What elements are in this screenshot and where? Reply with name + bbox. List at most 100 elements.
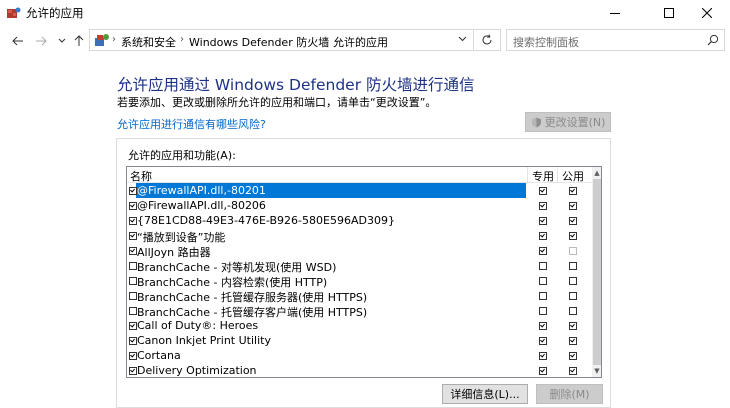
breadcrumb-system-security[interactable]: 系统和安全 xyxy=(121,34,176,50)
enabled-checkbox[interactable] xyxy=(129,187,137,195)
forward-arrow-icon xyxy=(36,36,47,46)
private-checkbox[interactable] xyxy=(539,232,547,240)
public-checkbox[interactable] xyxy=(569,202,577,210)
column-header-public[interactable]: 公用 xyxy=(562,168,584,184)
page-title: 允许应用通过 Windows Defender 防火墙进行通信 xyxy=(117,76,475,94)
details-button[interactable]: 详细信息(L)... xyxy=(442,384,528,404)
list-item[interactable]: Delivery Optimization xyxy=(127,363,592,377)
address-dropdown-button[interactable] xyxy=(458,34,467,47)
list-item[interactable]: BranchCache - 托管缓存客户端(使用 HTTPS) xyxy=(127,303,592,319)
breadcrumb-separator: › xyxy=(112,34,116,45)
private-checkbox[interactable] xyxy=(539,247,547,255)
enabled-checkbox[interactable] xyxy=(129,367,137,375)
minimize-icon xyxy=(610,8,620,18)
app-name: Cortana xyxy=(137,349,181,362)
private-checkbox[interactable] xyxy=(539,322,547,330)
list-item[interactable]: @FirewallAPI.dll,-80201 xyxy=(127,183,592,198)
window-title: 允许的应用 xyxy=(26,6,84,20)
enabled-checkbox[interactable] xyxy=(129,322,137,330)
shield-icon xyxy=(531,117,542,128)
list-item[interactable]: Canon Inkjet Print Utility xyxy=(127,333,592,348)
change-settings-button[interactable]: 更改设置(N) xyxy=(525,112,611,132)
remove-button[interactable]: 删除(M) xyxy=(536,384,603,404)
private-checkbox[interactable] xyxy=(539,202,547,210)
public-checkbox[interactable] xyxy=(569,367,577,375)
public-checkbox[interactable] xyxy=(569,322,577,330)
enabled-checkbox[interactable] xyxy=(129,217,137,225)
column-header-name[interactable]: 名称 xyxy=(130,168,152,184)
column-divider xyxy=(557,167,558,182)
public-checkbox[interactable] xyxy=(569,307,577,315)
risk-help-link[interactable]: 允许应用进行通信有哪些风险? xyxy=(117,116,266,132)
search-icon[interactable] xyxy=(707,34,719,49)
breadcrumb-separator: › xyxy=(324,34,328,45)
private-checkbox[interactable] xyxy=(539,262,547,270)
enabled-checkbox[interactable] xyxy=(129,232,137,240)
enabled-checkbox[interactable] xyxy=(129,352,137,360)
firewall-app-icon xyxy=(7,7,21,19)
title-bar: 允许的应用 xyxy=(0,0,730,26)
private-checkbox[interactable] xyxy=(539,307,547,315)
allowed-apps-group: 允许的应用和功能(A): 名称 专用 公用 @FirewallAPI.dll,-… xyxy=(116,138,611,408)
public-checkbox[interactable] xyxy=(569,277,577,285)
allowed-apps-list[interactable]: 名称 专用 公用 @FirewallAPI.dll,-80201 @Firewal… xyxy=(126,166,602,378)
public-checkbox[interactable] xyxy=(569,352,577,360)
search-input[interactable]: 搜索控制面板 xyxy=(506,29,725,51)
address-bar[interactable]: › 系统和安全 › Windows Defender 防火墙 › 允许的应用 xyxy=(89,29,474,51)
list-item[interactable]: Cortana xyxy=(127,348,592,363)
app-name: @FirewallAPI.dll,-80206 xyxy=(137,199,266,212)
private-checkbox[interactable] xyxy=(539,367,547,375)
private-checkbox[interactable] xyxy=(539,337,547,345)
public-checkbox[interactable] xyxy=(569,337,577,345)
up-button[interactable] xyxy=(72,34,86,48)
forward-button[interactable] xyxy=(34,34,48,48)
scroll-thumb[interactable] xyxy=(593,179,601,365)
scroll-down-icon[interactable]: ▼ xyxy=(593,366,601,376)
app-name: Call of Duty®: Heroes xyxy=(137,319,259,332)
list-item[interactable]: “播放到设备”功能 xyxy=(127,228,592,244)
private-checkbox[interactable] xyxy=(539,217,547,225)
public-checkbox[interactable] xyxy=(569,247,577,255)
breadcrumb-allowed-apps[interactable]: 允许的应用 xyxy=(333,34,388,50)
enabled-checkbox[interactable] xyxy=(129,277,137,285)
list-item[interactable]: BranchCache - 托管缓存服务器(使用 HTTPS) xyxy=(127,288,592,304)
enabled-checkbox[interactable] xyxy=(129,202,137,210)
refresh-button[interactable] xyxy=(474,29,501,51)
minimize-button[interactable] xyxy=(592,0,638,26)
navigation-bar: › 系统和安全 › Windows Defender 防火墙 › 允许的应用 搜… xyxy=(0,26,730,56)
close-button[interactable] xyxy=(684,0,730,26)
search-placeholder: 搜索控制面板 xyxy=(513,36,579,49)
public-checkbox[interactable] xyxy=(569,292,577,300)
chevron-down-icon xyxy=(458,36,467,42)
recent-locations-button[interactable] xyxy=(55,34,69,48)
list-item[interactable]: AllJoyn 路由器 xyxy=(127,243,592,259)
private-checkbox[interactable] xyxy=(539,292,547,300)
list-item[interactable]: {78E1CD88-49E3-476E-B926-580E596AD309} xyxy=(127,213,592,228)
private-checkbox[interactable] xyxy=(539,277,547,285)
scroll-up-icon[interactable]: ▲ xyxy=(593,168,601,178)
back-button[interactable] xyxy=(11,34,25,48)
public-checkbox[interactable] xyxy=(569,217,577,225)
public-checkbox[interactable] xyxy=(569,262,577,270)
enabled-checkbox[interactable] xyxy=(129,307,137,315)
list-item[interactable]: @FirewallAPI.dll,-80206 xyxy=(127,198,592,213)
column-header-private[interactable]: 专用 xyxy=(532,168,554,184)
private-checkbox[interactable] xyxy=(539,187,547,195)
vertical-scrollbar[interactable]: ▲ ▼ xyxy=(592,167,601,377)
app-name: Delivery Optimization xyxy=(137,364,257,377)
private-checkbox[interactable] xyxy=(539,352,547,360)
control-panel-icon xyxy=(94,33,110,48)
back-arrow-icon xyxy=(12,36,23,46)
maximize-icon xyxy=(664,8,674,18)
enabled-checkbox[interactable] xyxy=(129,292,137,300)
list-item[interactable]: Call of Duty®: Heroes xyxy=(127,318,592,333)
list-item[interactable]: BranchCache - 对等机发现(使用 WSD) xyxy=(127,258,592,274)
enabled-checkbox[interactable] xyxy=(129,262,137,270)
list-header: 名称 专用 公用 xyxy=(127,167,592,183)
public-checkbox[interactable] xyxy=(569,187,577,195)
enabled-checkbox[interactable] xyxy=(129,337,137,345)
breadcrumb-firewall[interactable]: Windows Defender 防火墙 xyxy=(189,34,329,50)
list-item[interactable]: BranchCache - 内容检索(使用 HTTP) xyxy=(127,273,592,289)
enabled-checkbox[interactable] xyxy=(129,247,137,255)
public-checkbox[interactable] xyxy=(569,232,577,240)
